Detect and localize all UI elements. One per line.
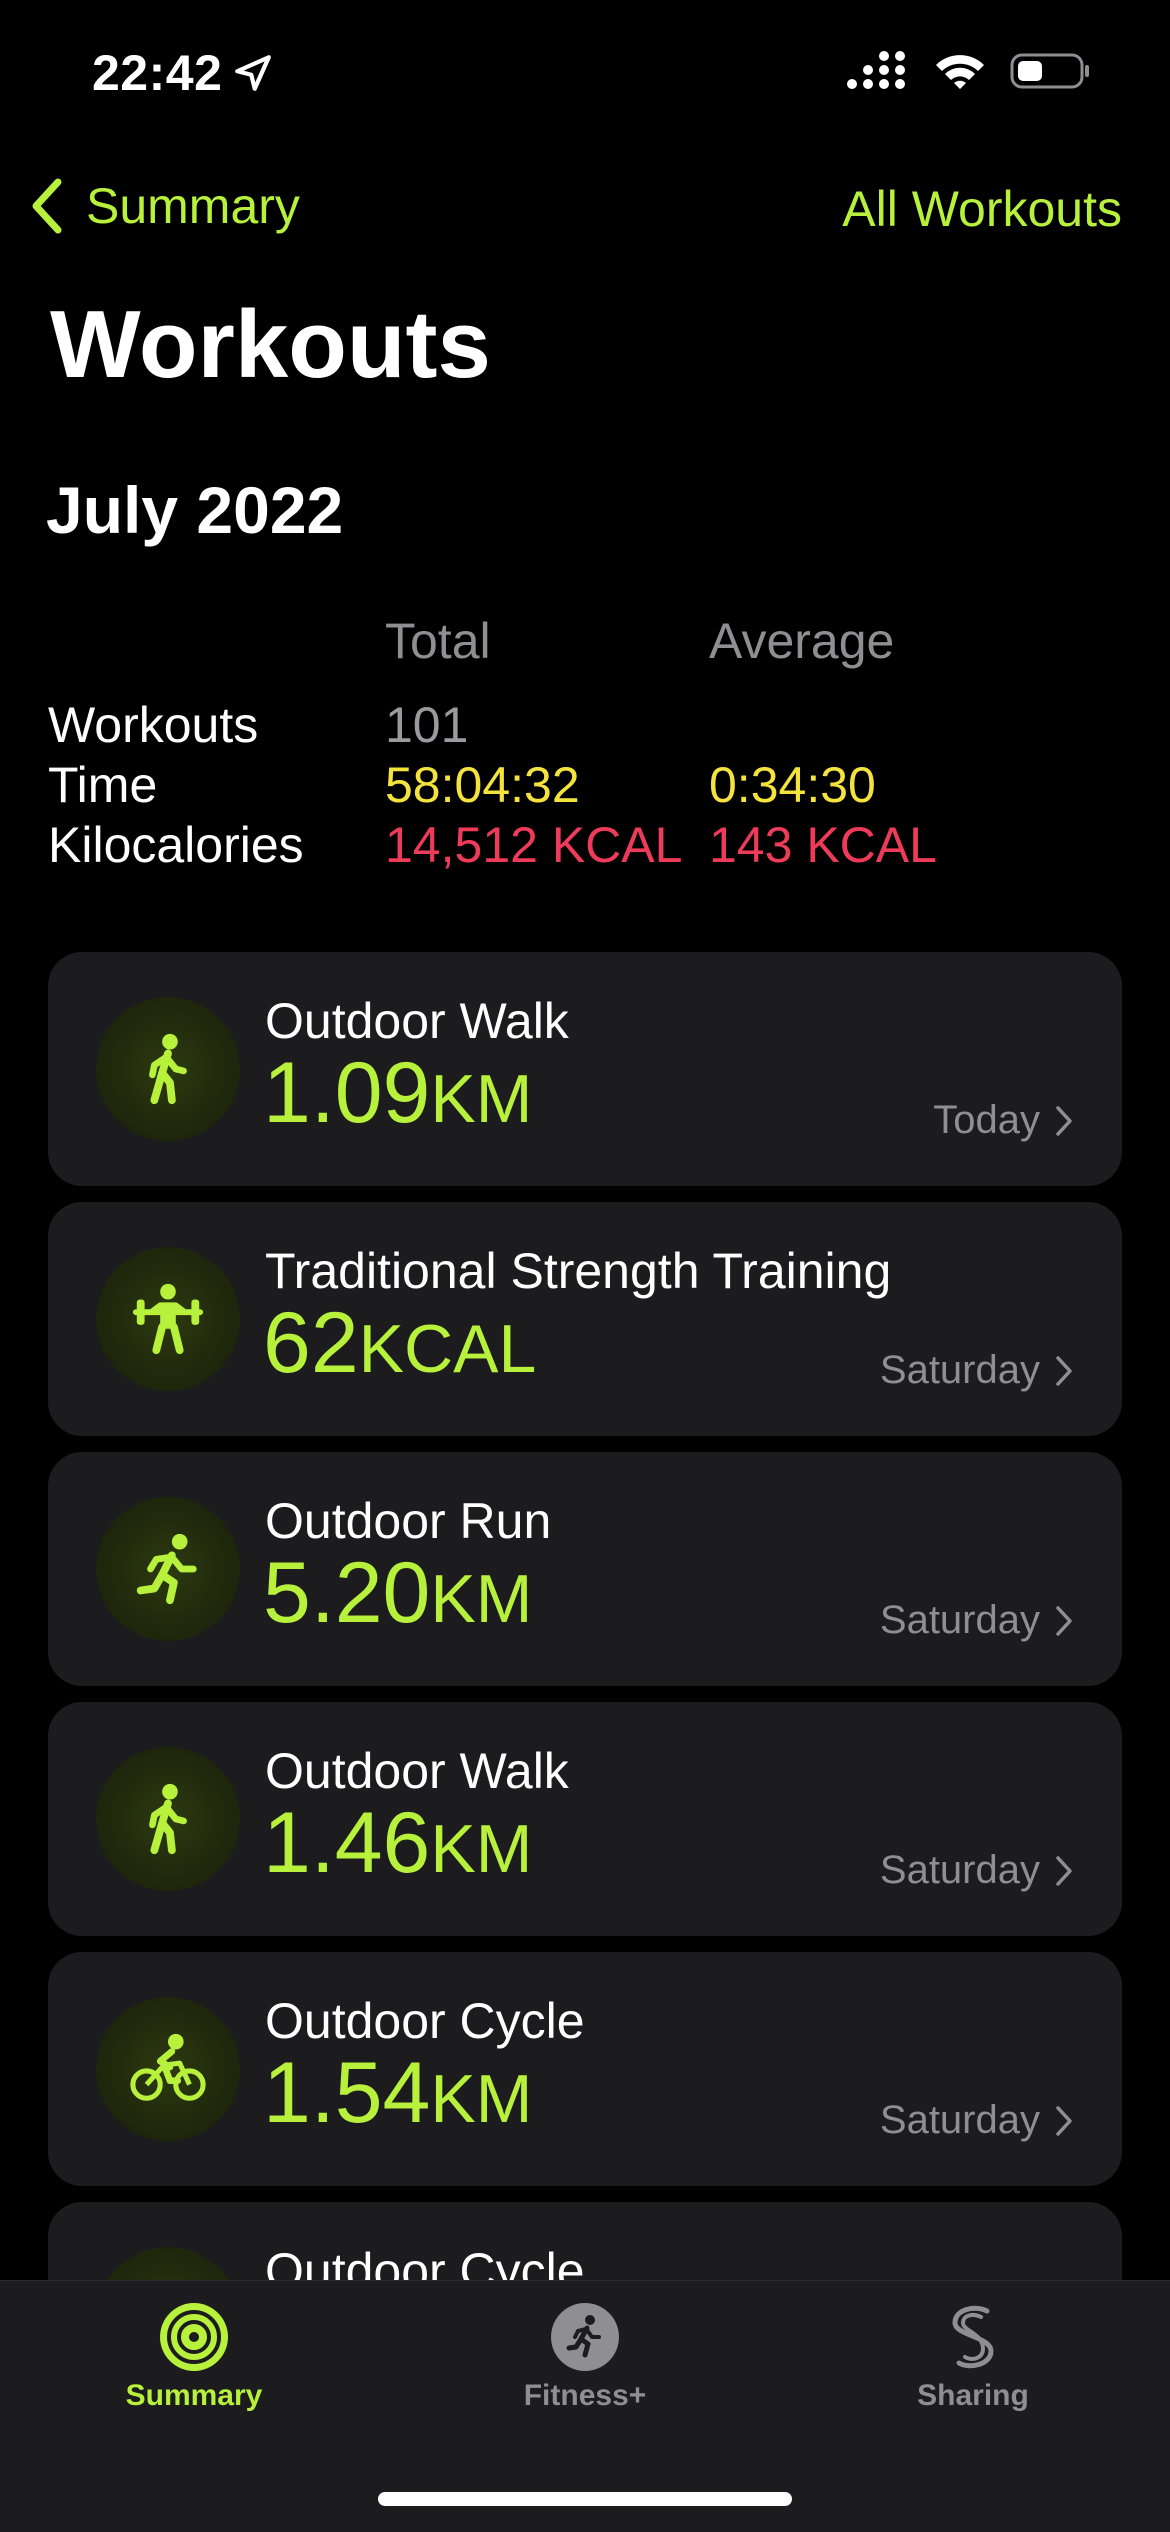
workout-date: Saturday — [880, 2098, 1074, 2143]
tab-summary-label: Summary — [125, 2379, 263, 2412]
fitness-runner-icon — [551, 2303, 619, 2371]
workout-name: Outdoor Cycle — [265, 1993, 585, 2049]
battery-icon — [1010, 53, 1089, 89]
chevron-right-icon — [1056, 1855, 1072, 1886]
workout-date-text: Today — [933, 1098, 1040, 1142]
workout-value-unit: KCAL — [358, 1311, 537, 1387]
status-bar-indicators — [846, 50, 1090, 92]
workout-date-text: Saturday — [879, 1348, 1040, 1392]
chevron-right-icon — [1056, 1605, 1072, 1636]
workout-date-text: Saturday — [879, 1848, 1040, 1892]
workout-date: Today — [933, 1098, 1074, 1143]
workout-value: 1.09KM — [263, 1050, 532, 1136]
walk-icon — [149, 1783, 187, 1855]
workout-value: 1.54KM — [263, 2050, 532, 2136]
tab-summary[interactable]: Summary — [84, 2301, 304, 2413]
tab-fitness-plus[interactable]: Fitness+ — [475, 2301, 695, 2413]
stats-time-average: 0:34:30 — [709, 757, 876, 813]
workout-value-unit: KM — [430, 1061, 533, 1137]
run-icon — [136, 1533, 197, 1605]
workout-card[interactable]: Outdoor Walk 1.09KM Today — [48, 952, 1122, 1186]
workouts-screen: 22:42 Summary All Workouts Workouts July… — [0, 0, 1170, 2532]
workout-icon-badge — [96, 1497, 240, 1641]
workout-icon-badge — [96, 997, 240, 1141]
back-button[interactable]: Summary — [28, 176, 300, 236]
chevron-right-icon — [1056, 1105, 1072, 1136]
strength-icon — [132, 1283, 204, 1355]
workout-icon-badge — [96, 1247, 240, 1391]
workout-date: Saturday — [880, 1848, 1074, 1893]
location-arrow-icon — [235, 55, 272, 91]
workout-icon-badge — [96, 1997, 240, 2141]
workout-value-unit: KM — [430, 2061, 533, 2137]
chevron-right-icon — [1056, 1355, 1072, 1386]
cellular-signal-icon — [847, 51, 905, 89]
stats-kcal-total: 14,512 KCAL — [385, 817, 683, 873]
all-workouts-button[interactable]: All Workouts — [842, 180, 1122, 238]
workout-value-number: 5.20 — [263, 1545, 431, 1641]
status-time-text: 22:42 — [92, 45, 223, 101]
home-indicator[interactable] — [378, 2492, 792, 2506]
cycle-icon — [130, 2033, 206, 2101]
wifi-icon — [936, 55, 984, 89]
stats-header-average: Average — [709, 613, 895, 669]
workout-card[interactable]: Outdoor Run 5.20KM Saturday — [48, 1452, 1122, 1686]
tab-fitness-plus-label: Fitness+ — [523, 2379, 647, 2412]
walk-icon — [149, 1033, 187, 1105]
back-button-label: Summary — [86, 178, 300, 234]
page-title: Workouts — [50, 291, 491, 398]
tab-sharing-label: Sharing — [917, 2379, 1029, 2412]
workout-icon-badge — [96, 1747, 240, 1891]
stats-kcal-average: 143 KCAL — [709, 817, 937, 873]
workout-value-unit: KM — [430, 1561, 533, 1637]
tab-sharing[interactable]: Sharing — [863, 2301, 1083, 2413]
sharing-icon — [952, 2305, 994, 2369]
workout-value-number: 1.54 — [263, 2045, 431, 2141]
stats-time-total: 58:04:32 — [385, 757, 580, 813]
workout-card[interactable]: Outdoor Walk 1.46KM Saturday — [48, 1702, 1122, 1936]
status-bar-time: 22:42 — [92, 44, 274, 102]
workout-value-number: 1.46 — [263, 1795, 431, 1891]
workout-value-unit: KM — [430, 1811, 533, 1887]
workout-date: Saturday — [880, 1348, 1074, 1393]
activity-rings-icon — [160, 2303, 228, 2371]
workout-value: 62KCAL — [263, 1300, 536, 1386]
workout-name: Outdoor Run — [265, 1493, 552, 1549]
workout-name: Outdoor Walk — [265, 1743, 569, 1799]
workout-date-text: Saturday — [879, 1598, 1040, 1642]
month-heading: July 2022 — [46, 473, 344, 547]
workout-value-number: 1.09 — [263, 1045, 431, 1141]
workout-name: Traditional Strength Training — [265, 1243, 892, 1299]
workout-value-number: 62 — [263, 1295, 359, 1391]
workout-value: 1.46KM — [263, 1800, 532, 1886]
stats-row-label: Time — [48, 757, 158, 813]
chevron-left-icon — [32, 178, 62, 234]
stats-row-label: Workouts — [48, 697, 259, 753]
workout-card[interactable]: Traditional Strength Training 62KCAL Sat… — [48, 1202, 1122, 1436]
workout-value: 5.20KM — [263, 1550, 532, 1636]
workout-card[interactable]: Outdoor Cycle 1.54KM Saturday — [48, 1952, 1122, 2186]
workout-name: Outdoor Walk — [265, 993, 569, 1049]
workout-date-text: Saturday — [879, 2098, 1040, 2142]
chevron-right-icon — [1056, 2105, 1072, 2136]
stats-header-total: Total — [385, 613, 491, 669]
stats-row-label: Kilocalories — [48, 817, 304, 873]
stats-workouts-total: 101 — [385, 697, 469, 753]
workout-date: Saturday — [880, 1598, 1074, 1643]
